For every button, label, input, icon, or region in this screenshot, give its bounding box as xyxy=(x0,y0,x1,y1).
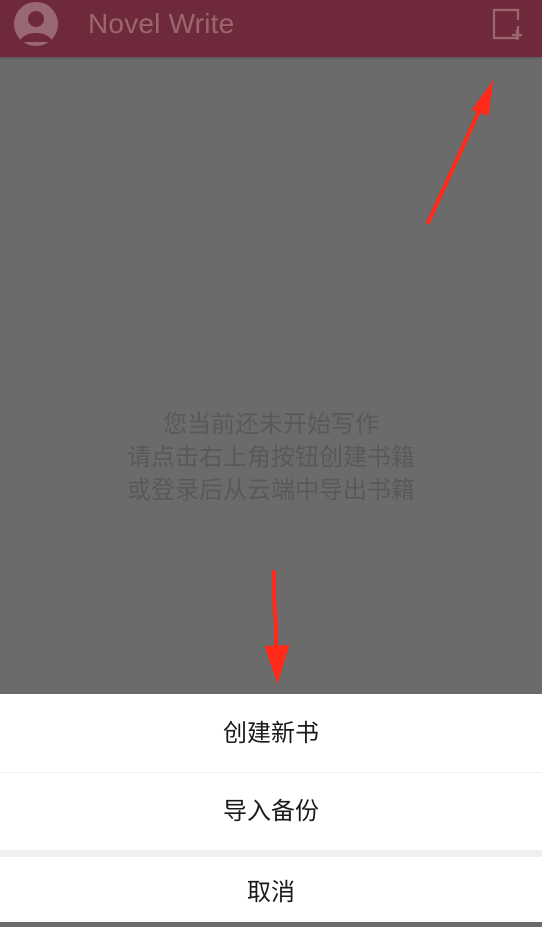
import-backup-button[interactable]: 导入备份 xyxy=(0,773,542,850)
arrow-to-new-book-icon xyxy=(426,80,493,224)
create-book-button[interactable]: 创建新书 xyxy=(0,694,542,772)
new-book-icon[interactable] xyxy=(490,6,526,42)
empty-state-message: 您当前还未开始写作 请点击右上角按钮创建书籍 或登录后从云端中导出书籍 xyxy=(0,408,542,507)
user-avatar-icon[interactable] xyxy=(14,2,58,46)
empty-state-line-1: 您当前还未开始写作 xyxy=(163,410,379,438)
arrow-to-action-sheet xyxy=(264,570,289,684)
empty-state-line-2: 请点击右上角按钮创建书籍 xyxy=(127,443,415,471)
cancel-button[interactable]: 取消 xyxy=(0,857,542,922)
empty-state-line-3: 或登录后从云端中导出书籍 xyxy=(127,476,415,504)
app-bar: Novel Write xyxy=(0,0,542,57)
app-title: Novel Write xyxy=(88,8,235,39)
action-sheet: 创建新书 导入备份 取消 xyxy=(0,694,542,922)
